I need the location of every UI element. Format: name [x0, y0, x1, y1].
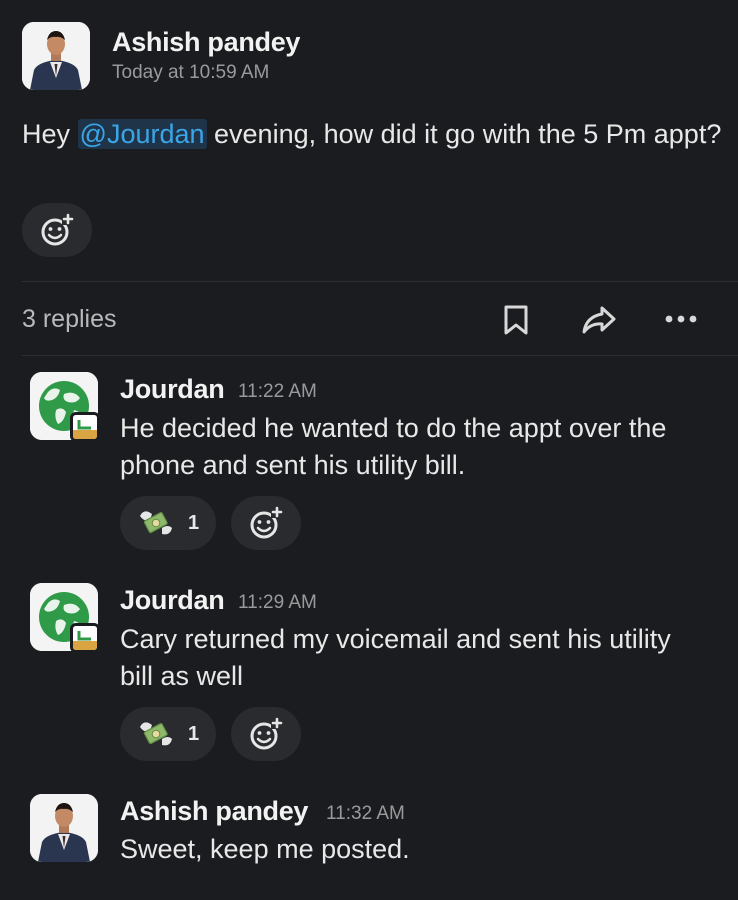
reaction-count: 1 [188, 722, 200, 745]
author-name[interactable]: Ashish pandey [120, 796, 308, 827]
timestamp[interactable]: 11:29 AM [238, 592, 317, 614]
timestamp[interactable]: 11:32 AM [326, 803, 405, 825]
message-text-part: evening, how did it go with the 5 Pm app… [206, 119, 722, 149]
add-reaction-button[interactable] [22, 203, 92, 257]
message-text-part: Hey [22, 119, 78, 149]
add-reaction-icon [41, 213, 74, 246]
avatar[interactable] [30, 794, 98, 862]
divider [22, 281, 738, 282]
message-text: Hey @Jourdan evening, how did it go with… [22, 116, 722, 153]
reaction-pill[interactable]: 1 [120, 707, 216, 761]
author-name[interactable]: Jourdan [120, 585, 225, 616]
divider [22, 355, 738, 356]
more-options-icon[interactable] [664, 314, 698, 324]
bookmark-icon[interactable] [503, 304, 529, 336]
author-name[interactable]: Jourdan [120, 374, 225, 405]
reaction-count: 1 [188, 511, 200, 534]
app-badge-icon [70, 623, 100, 653]
user-mention[interactable]: @Jourdan [77, 119, 207, 149]
message-text: Cary returned my voicemail and sent his … [120, 624, 671, 691]
add-reaction-icon [250, 506, 283, 539]
money-with-wings-icon [140, 511, 172, 535]
replies-count[interactable]: 3 replies [22, 305, 117, 334]
add-reaction-icon [250, 717, 283, 750]
app-badge-icon [70, 412, 100, 442]
message-text: He decided he wanted to do the appt over… [120, 413, 667, 480]
add-reaction-button[interactable] [231, 707, 301, 761]
timestamp[interactable]: Today at 10:59 AM [112, 62, 269, 84]
message-text: Sweet, keep me posted. [120, 834, 410, 864]
add-reaction-button[interactable] [231, 496, 301, 550]
reaction-pill[interactable]: 1 [120, 496, 216, 550]
author-name[interactable]: Ashish pandey [112, 27, 300, 58]
timestamp[interactable]: 11:22 AM [238, 381, 317, 403]
share-forward-icon[interactable] [580, 305, 618, 335]
avatar[interactable] [22, 22, 90, 90]
money-with-wings-icon [140, 722, 172, 746]
